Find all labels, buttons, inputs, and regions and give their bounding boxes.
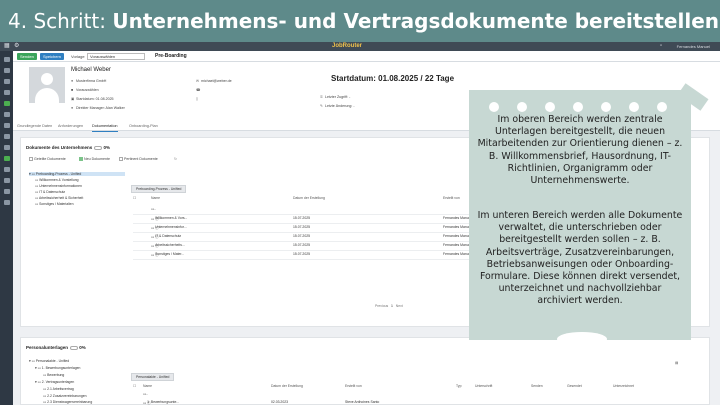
tree-item[interactable]: ▭ Unternehmensinformationen xyxy=(35,184,82,188)
nav-icon[interactable] xyxy=(3,134,10,139)
tree-item[interactable]: ▭ Arbeitssicherheit & Sicherheit xyxy=(35,196,83,200)
nav-icon[interactable] xyxy=(3,167,10,172)
folder-tab[interactable]: Personalakte - Unified xyxy=(131,373,175,381)
note-paragraph-bottom: Im unteren Bereich werden alle Dokumente… xyxy=(477,210,683,307)
nav-icon[interactable] xyxy=(3,178,10,183)
send-button[interactable]: Senden xyxy=(17,53,37,60)
nav-icon[interactable] xyxy=(3,189,10,194)
tree-item[interactable]: ▭ IT & Datenschutz xyxy=(35,190,65,194)
settings-icon[interactable]: ▤ xyxy=(675,361,678,365)
company-docs-count: 0% xyxy=(103,145,111,150)
nav-icon[interactable] xyxy=(3,68,10,73)
progress-toggle[interactable] xyxy=(94,145,103,150)
user-icon: ● xyxy=(71,79,74,83)
calendar-icon: ▣ xyxy=(71,97,75,101)
personal-documents-panel: Personalunterlagen 0% ▾ ▭ Personalakte -… xyxy=(20,337,710,405)
nav-icon[interactable] xyxy=(3,90,10,95)
template-label: Vorlage xyxy=(71,54,85,59)
tree-item[interactable]: ▾ ▭ 1. Bewerbungsunterlagen xyxy=(35,366,80,370)
phone-icon: ☎ xyxy=(196,88,201,92)
tree-item[interactable]: ▭ 2.1 Arbeitsvertrag xyxy=(43,387,74,391)
tree-item[interactable]: ▭ Sonstiges / Materialien xyxy=(35,202,73,206)
explanation-note: Im oberen Bereich werden zentrale Unterl… xyxy=(469,83,709,346)
slide-heading: Unternehmens- und Vertragsdokumente bere… xyxy=(112,9,719,33)
progress-toggle[interactable] xyxy=(70,345,79,350)
current-page[interactable]: 1 xyxy=(391,304,393,308)
filter-shared: Geteilte Dokumente xyxy=(34,157,66,161)
start-headline: Startdatum: 01.08.2025 / 22 Tage xyxy=(331,74,455,83)
last-access: Letzter Zugriff: - xyxy=(325,95,351,99)
filter-new: Neu Dokumente xyxy=(84,157,110,161)
app-topbar: ▦ ⚙ JobRouter ▫ Fernandes Manuel xyxy=(0,42,720,51)
last-change: Letzte Änderung: - xyxy=(325,104,355,108)
manager-icon: ● xyxy=(71,106,74,110)
slide-step: 4. Schritt: xyxy=(8,9,113,33)
nav-icon[interactable] xyxy=(3,123,10,128)
personal-docs-title: Personalunterlagen xyxy=(26,345,69,350)
nav-icon-active[interactable] xyxy=(3,101,10,106)
prev-page[interactable]: Previous xyxy=(375,304,388,308)
mobile-icon: ▯ xyxy=(196,97,198,101)
key-icon: ⚿ xyxy=(320,95,323,99)
manager: Direkter Manager: Alan Walker xyxy=(76,106,125,110)
app-sidebar xyxy=(0,51,13,405)
template-select[interactable]: Vorauswählen xyxy=(87,53,145,60)
briefcase-icon: ■ xyxy=(71,88,74,92)
calendar-icon[interactable]: ▫ xyxy=(660,43,666,49)
nav-icon[interactable] xyxy=(3,200,10,205)
filter-checkbox[interactable] xyxy=(119,157,123,162)
save-button[interactable]: Speichern xyxy=(40,53,65,60)
tree-item[interactable]: ▭ Bewerbung xyxy=(43,373,64,377)
company-docs-title: Dokumente des Unternehmens xyxy=(26,145,93,150)
email[interactable]: michael@weber.de xyxy=(201,79,232,83)
edit-icon: ✎ xyxy=(320,104,324,108)
tab-onboarding-plan[interactable]: Onboarding-Plan xyxy=(129,122,158,131)
refresh-icon[interactable]: ↻ xyxy=(174,157,177,161)
status: Vorauswählen xyxy=(76,88,99,92)
tab-basic-data[interactable]: Grundlegende Daten xyxy=(17,122,52,131)
tree-root[interactable]: ▾ ▭ Personalakte - Unified xyxy=(29,359,69,363)
pagination: Previous 1 Next xyxy=(375,304,403,308)
next-page[interactable]: Next xyxy=(396,304,403,308)
app-logo: JobRouter xyxy=(332,43,362,49)
folder-tab[interactable]: Preboarding-Prozess - Unified xyxy=(131,185,187,193)
employee-name: Michael Weber xyxy=(71,67,111,73)
personal-docs-count: 0% xyxy=(79,345,86,350)
gear-icon[interactable]: ⚙ xyxy=(14,43,20,49)
nav-icon[interactable] xyxy=(3,57,10,62)
step-toolbar: Senden Speichern Vorlage Vorauswählen Pr… xyxy=(13,51,720,62)
slide-title: 4. Schritt: Unternehmens- und Vertragsdo… xyxy=(0,0,720,42)
mail-icon: ✉ xyxy=(196,79,200,83)
tree-item[interactable]: ▭ 2.2 Zusatzvereinbarungen xyxy=(43,394,87,398)
tab-documentation[interactable]: Dokumentation xyxy=(92,122,118,132)
nav-icon[interactable] xyxy=(3,112,10,117)
tab-requirements[interactable]: Anforderungen xyxy=(58,122,83,131)
user-name[interactable]: Fernandes Manuel xyxy=(677,42,710,51)
tree-item[interactable]: ▾ ▭ 2. Vertragsunterlagen xyxy=(35,380,74,384)
tree-item[interactable]: ▭ Willkommen & Vorstellung xyxy=(35,178,79,182)
nav-icon[interactable] xyxy=(3,156,10,161)
grid-icon[interactable]: ▦ xyxy=(4,43,10,49)
avatar xyxy=(29,67,65,103)
filter-checkbox[interactable] xyxy=(29,157,33,162)
note-paragraph-top: Im oberen Bereich werden zentrale Unterl… xyxy=(477,114,683,187)
company: Musterfirma GmbH xyxy=(76,79,107,83)
nav-icon[interactable] xyxy=(3,79,10,84)
filter-checkbox[interactable] xyxy=(79,157,83,162)
filter-pertinent: Pertinent Dokumente xyxy=(124,157,158,161)
start-date: Startdatum: 01.08.2025 xyxy=(76,97,114,101)
process-name: Pre-Boarding xyxy=(155,53,187,59)
tree-item[interactable]: ▭ 2.3 Dienstwagenvereinbarung xyxy=(43,400,92,404)
nav-icon[interactable] xyxy=(3,145,10,150)
tree-root[interactable]: ▾ ▭ Preboarding-Prozess - Unified xyxy=(29,172,125,176)
